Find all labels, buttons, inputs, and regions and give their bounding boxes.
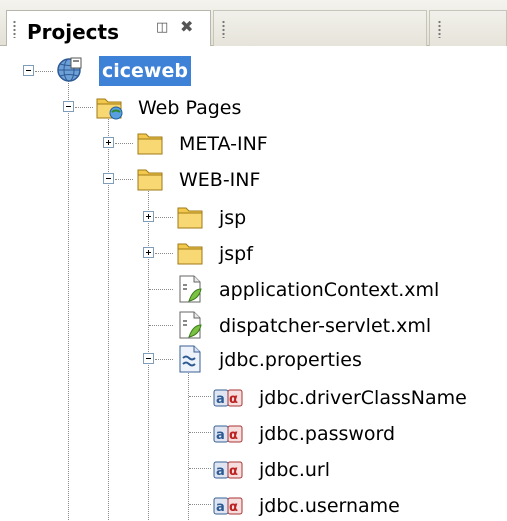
properties-file-icon [179,345,201,373]
tree-connector [149,289,173,290]
panel-tab-bar: Projects ◫ ✖ [0,0,507,46]
expand-toggle-jspf[interactable] [143,247,154,258]
collapse-toggle-web-inf[interactable] [103,173,114,184]
tree-connector [189,468,211,469]
tab-grip-icon [438,20,441,38]
svg-text:α: α [229,500,238,515]
tree-connector [189,504,211,505]
tree-connector [115,143,133,144]
folder-icon [177,243,203,265]
svg-text:a: a [216,500,225,515]
tree-connector [149,325,173,326]
tree-item-property[interactable]: jdbc.password [259,419,395,449]
tree-connector [155,359,173,360]
tree-connector [155,253,173,254]
tree-item-dispatcher-servlet-xml[interactable]: dispatcher-servlet.xml [219,311,431,341]
tree-connector [115,179,133,180]
web-pages-folder-icon [96,98,123,120]
collapse-toggle-web-pages[interactable] [63,101,74,112]
tree-item-property[interactable]: jdbc.username [259,491,400,521]
expand-toggle-meta-inf[interactable] [103,137,114,148]
property-key-icon: a α [213,461,243,479]
xml-file-icon [179,275,202,303]
tree-guide-line [188,364,189,520]
tree-guide-line [108,106,109,520]
tree-item-property[interactable]: jdbc.url [259,455,330,485]
tree-item-ciceweb[interactable]: ciceweb [99,56,191,86]
tree-connector [75,107,93,108]
expand-toggle-jsp[interactable] [143,211,154,222]
svg-text:α: α [229,464,238,479]
tree-item-jspf[interactable]: jspf [219,239,253,269]
empty-tab-1[interactable] [213,10,427,46]
folder-icon [177,207,203,229]
close-icon[interactable]: ✖ [180,17,193,36]
tab-grip-icon [222,20,225,38]
svg-text:a: a [216,464,225,479]
projects-tab[interactable]: Projects ◫ ✖ [6,10,211,46]
empty-tab-2[interactable] [429,10,507,46]
tree-connector [155,217,173,218]
folder-icon [137,133,163,155]
tree-connector [189,396,211,397]
svg-text:α: α [229,428,238,443]
folder-icon [137,169,163,191]
web-project-globe-icon [57,57,82,82]
collapse-toggle-jdbc-properties[interactable] [143,353,154,364]
tree-connector [189,432,211,433]
property-key-icon: a α [213,497,243,515]
tree-connector [35,71,53,72]
projects-tab-title: Projects [27,20,120,44]
tree-item-jsp[interactable]: jsp [219,203,246,233]
tree-item-web-inf[interactable]: WEB-INF [179,165,260,195]
tree-item-property[interactable]: jdbc.driverClassName [259,383,467,413]
svg-text:a: a [216,392,225,407]
minimize-icon[interactable]: ◫ [156,20,168,35]
tree-item-jdbc-properties[interactable]: jdbc.properties [219,345,362,375]
property-key-icon: a α [213,425,243,443]
svg-text:a: a [216,428,225,443]
tree-item-application-context-xml[interactable]: applicationContext.xml [219,275,439,305]
collapse-toggle-ciceweb[interactable] [23,65,34,76]
xml-file-icon [179,311,202,339]
svg-text:α: α [229,392,238,407]
property-key-icon: a α [213,389,243,407]
tab-grip-icon [13,20,16,38]
tree-item-web-pages[interactable]: Web Pages [138,93,241,123]
tree-item-meta-inf[interactable]: META-INF [179,129,268,159]
project-tree: ciceweb Web Pages META-INF WEB-INF jsp j… [0,46,507,521]
tree-guide-line [68,70,69,520]
tree-guide-line [148,178,149,520]
